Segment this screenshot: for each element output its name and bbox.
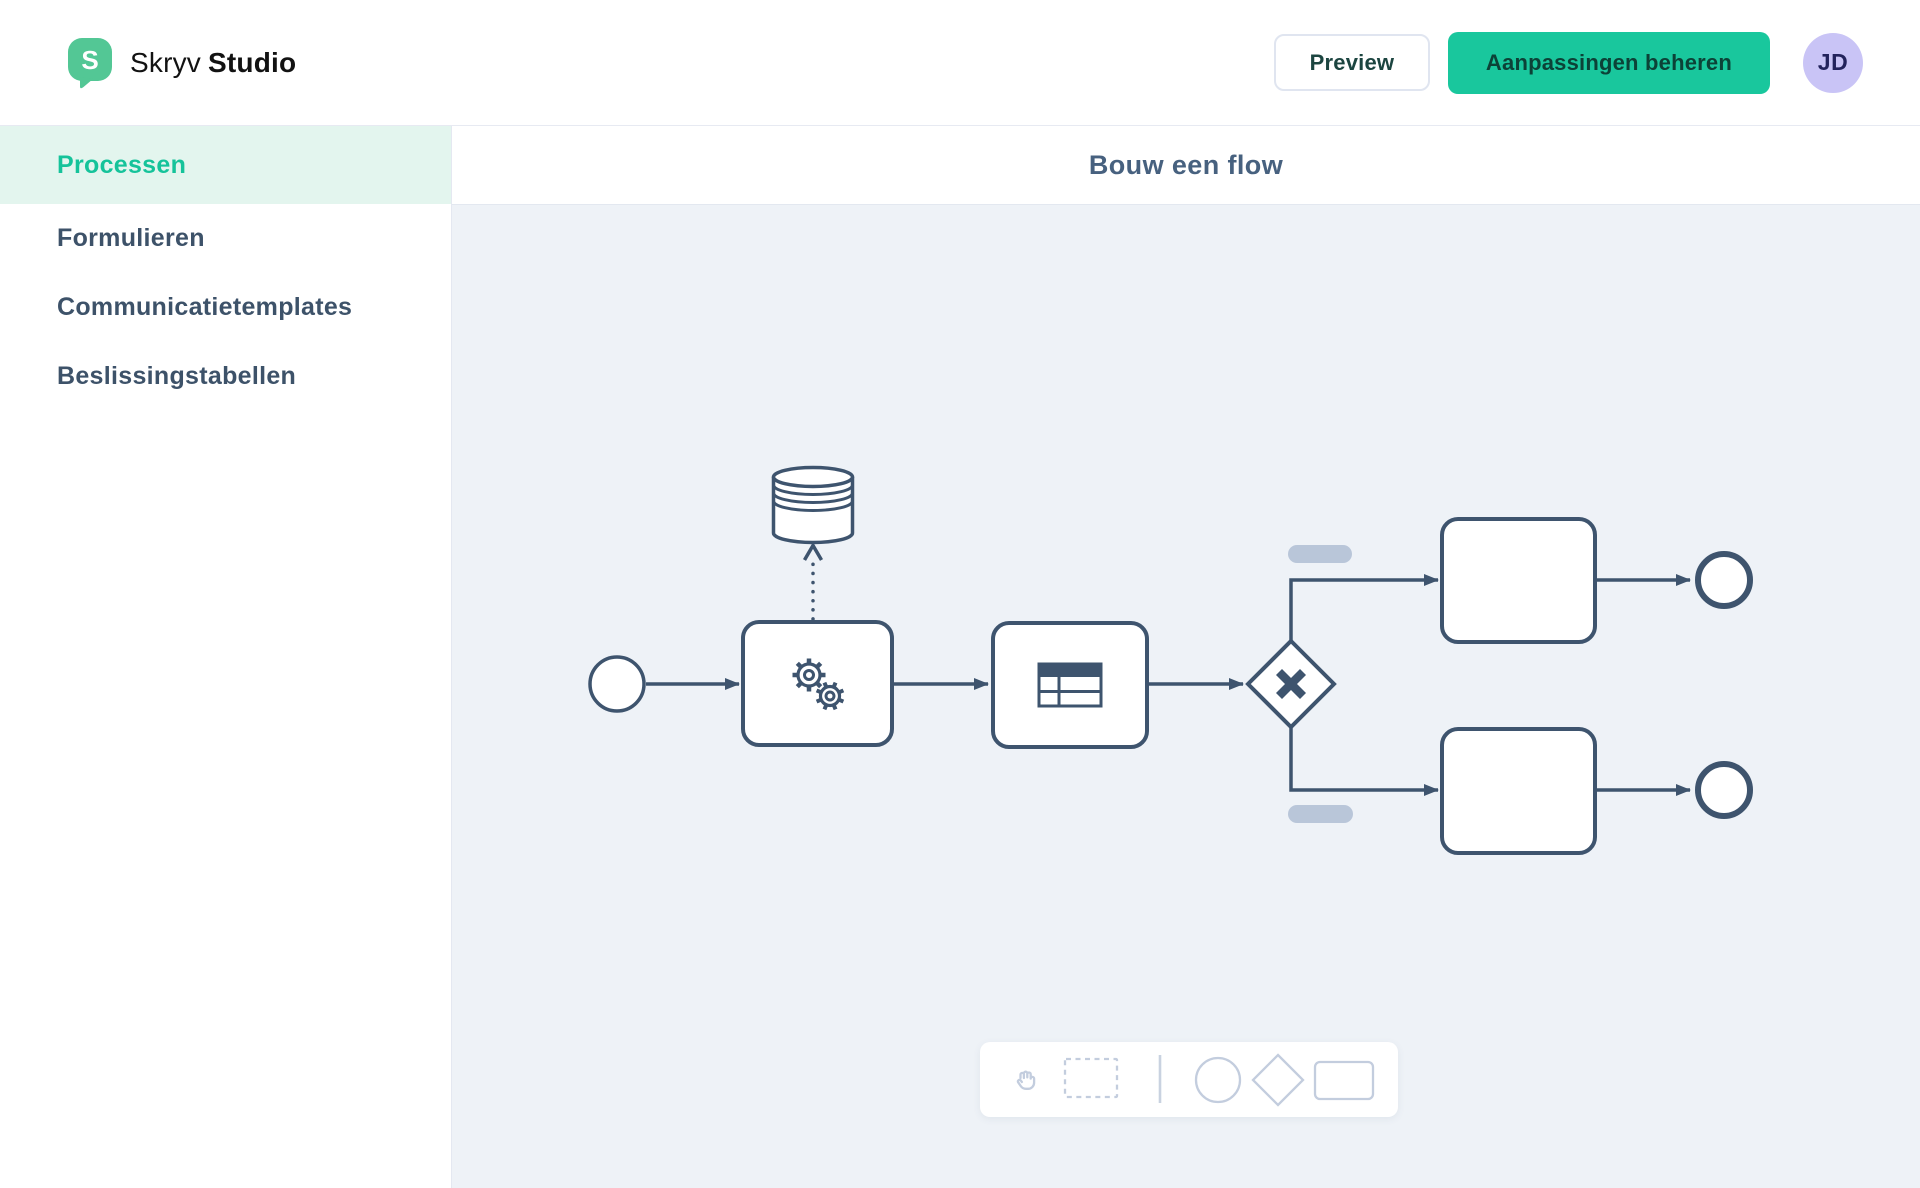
sidebar-item-communicatietemplates[interactable]: Communicatietemplates: [0, 273, 451, 342]
sidebar: Processen Formulieren Communicatietempla…: [0, 126, 452, 1188]
sidebar-item-beslissingstabellen[interactable]: Beslissingstabellen: [0, 342, 451, 411]
end-event-top[interactable]: [1698, 554, 1750, 606]
open-arrowhead: [805, 546, 822, 561]
create-task-icon[interactable]: [1315, 1062, 1373, 1099]
database-lid: [774, 468, 853, 487]
user-avatar[interactable]: JD: [1803, 33, 1863, 93]
preview-button[interactable]: Preview: [1274, 34, 1430, 91]
data-store[interactable]: [774, 468, 853, 543]
label-placeholder-pill-bottom: [1288, 805, 1353, 823]
page-title: Bouw een flow: [1089, 150, 1283, 181]
business-rule-task[interactable]: [993, 623, 1147, 747]
end-event-bottom[interactable]: [1698, 764, 1750, 816]
lasso-tool-icon[interactable]: [1065, 1059, 1117, 1097]
label-placeholder-pill-top: [1288, 545, 1352, 563]
palette-toolbar: [980, 1042, 1398, 1117]
edge-gateway-to-bottom-task[interactable]: [1291, 726, 1438, 790]
task-bottom[interactable]: [1442, 729, 1595, 853]
create-gateway-icon[interactable]: [1253, 1055, 1303, 1105]
hand-tool-icon[interactable]: [1018, 1072, 1034, 1089]
logo-speech-bubble-icon: S: [66, 37, 114, 89]
brand-first: Skryv: [130, 47, 201, 78]
start-event[interactable]: [590, 657, 644, 711]
table-icon: [1039, 664, 1101, 706]
manage-changes-button[interactable]: Aanpassingen beheren: [1448, 32, 1770, 94]
flow-canvas[interactable]: [452, 205, 1920, 1188]
data-association[interactable]: [805, 546, 822, 620]
page-body: Processen Formulieren Communicatietempla…: [0, 126, 1920, 1188]
page-title-bar: Bouw een flow: [452, 126, 1920, 205]
exclusive-gateway[interactable]: [1248, 641, 1334, 727]
brand-logo: S SkryvStudio: [66, 37, 296, 89]
task-top[interactable]: [1442, 519, 1595, 642]
edge-gateway-to-top-task[interactable]: [1291, 580, 1438, 643]
app-header: S SkryvStudio Preview Aanpassingen beher…: [0, 0, 1920, 126]
sidebar-item-formulieren[interactable]: Formulieren: [0, 204, 451, 273]
sidebar-item-processen[interactable]: Processen: [0, 126, 451, 204]
service-task[interactable]: [743, 622, 892, 745]
header-actions: Preview Aanpassingen beheren JD: [1274, 32, 1863, 94]
brand-second: Studio: [208, 47, 296, 78]
logo-letter: S: [81, 45, 98, 75]
brand-name: SkryvStudio: [130, 47, 296, 79]
bpmn-diagram[interactable]: [452, 205, 1920, 1188]
create-event-icon[interactable]: [1196, 1058, 1240, 1102]
main-column: Bouw een flow: [452, 126, 1920, 1188]
